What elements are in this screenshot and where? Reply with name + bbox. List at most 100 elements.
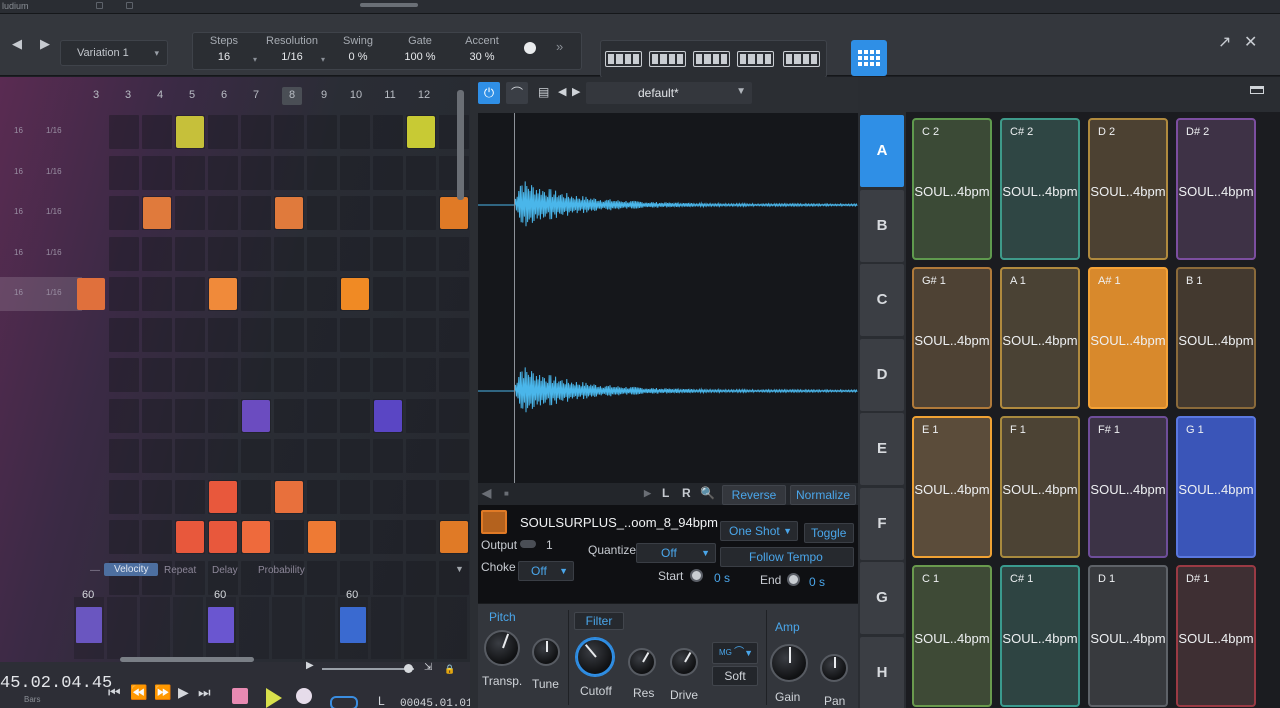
step-cell[interactable]: [241, 236, 271, 271]
step-note[interactable]: [242, 521, 270, 553]
start-knob[interactable]: [690, 569, 703, 582]
step-cell[interactable]: [340, 398, 370, 433]
fast-forward-icon[interactable]: ⏩: [154, 684, 171, 701]
tab-probability[interactable]: Probability: [258, 565, 305, 576]
step-cell[interactable]: [439, 560, 469, 595]
step-cell[interactable]: [175, 398, 205, 433]
step-note[interactable]: [143, 197, 171, 229]
step-cell[interactable]: [406, 277, 436, 311]
velocity-cell[interactable]: [437, 597, 467, 659]
step-cell[interactable]: [142, 358, 172, 392]
row-label[interactable]: [0, 399, 82, 433]
scroll-handle[interactable]: ■: [504, 489, 509, 498]
param-steps[interactable]: Steps 16 ▾: [193, 35, 257, 64]
step-cell[interactable]: [340, 479, 370, 514]
param-gate[interactable]: Gate 100 %: [389, 35, 451, 63]
step-cell[interactable]: [241, 317, 271, 352]
row-label[interactable]: 16 1/16: [0, 156, 82, 190]
drum-pad[interactable]: A# 1 SOUL..4bpm: [1088, 267, 1168, 409]
step-cell[interactable]: [373, 358, 403, 392]
scroll-down-icon[interactable]: ▼: [455, 564, 464, 574]
pan-knob[interactable]: [820, 654, 848, 682]
step-cell[interactable]: [142, 155, 172, 190]
step-number[interactable]: 11: [380, 89, 400, 101]
step-cell[interactable]: [373, 196, 403, 230]
step-note[interactable]: [308, 521, 336, 553]
waveform-display[interactable]: [478, 113, 858, 483]
step-cell[interactable]: [274, 317, 304, 352]
step-cell[interactable]: [142, 520, 172, 554]
step-cell[interactable]: [142, 236, 172, 271]
pattern-view-1-button[interactable]: [605, 51, 642, 67]
tab-repeat[interactable]: Repeat: [164, 565, 196, 576]
step-cell[interactable]: [175, 317, 205, 352]
step-note[interactable]: [209, 278, 237, 310]
play-preview-icon[interactable]: ▶: [644, 488, 651, 499]
step-cell[interactable]: [406, 155, 436, 190]
step-cell[interactable]: [307, 277, 337, 311]
drum-pad[interactable]: D 1 SOUL..4bpm: [1088, 565, 1168, 707]
step-cell[interactable]: [175, 358, 205, 392]
velocity-cell[interactable]: [404, 597, 434, 659]
step-cell[interactable]: [208, 358, 238, 392]
row-label[interactable]: 16 1/16: [0, 237, 82, 271]
step-cell[interactable]: [142, 317, 172, 352]
step-note[interactable]: [209, 521, 237, 553]
step-cell[interactable]: [274, 358, 304, 392]
drum-pad[interactable]: D# 2 SOUL..4bpm: [1176, 118, 1256, 260]
row-label[interactable]: [0, 358, 82, 392]
transpose-knob[interactable]: [484, 630, 520, 666]
step-cell[interactable]: [142, 439, 172, 473]
step-cell[interactable]: [109, 277, 139, 311]
param-swing[interactable]: Swing 0 %: [327, 35, 389, 63]
left-channel-button[interactable]: L: [662, 486, 669, 500]
step-note[interactable]: [341, 278, 369, 310]
drum-pad[interactable]: D# 1 SOUL..4bpm: [1176, 565, 1256, 707]
step-cell[interactable]: [208, 155, 238, 190]
step-cell[interactable]: [175, 155, 205, 190]
step-note[interactable]: [176, 521, 204, 553]
step-cell[interactable]: [406, 317, 436, 352]
bank-tab-f[interactable]: F: [860, 487, 904, 560]
step-cell[interactable]: [241, 358, 271, 392]
step-number[interactable]: 10: [346, 89, 366, 101]
step-note[interactable]: [275, 197, 303, 229]
step-cell[interactable]: [307, 196, 337, 230]
step-cell[interactable]: [241, 115, 271, 149]
choke-select[interactable]: Off ▼: [518, 561, 574, 581]
velocity-cell[interactable]: [140, 597, 170, 659]
previous-variation-icon[interactable]: ◀: [12, 36, 22, 52]
bank-tab-b[interactable]: B: [860, 189, 904, 262]
stop-button[interactable]: [232, 688, 248, 704]
step-cell[interactable]: [406, 560, 436, 595]
pad-grid-toggle-button[interactable]: [851, 40, 887, 76]
record-button[interactable]: [296, 688, 312, 704]
top-scroll-handle[interactable]: [360, 3, 418, 7]
step-number[interactable]: 7: [246, 89, 266, 101]
step-note[interactable]: [407, 116, 435, 148]
step-cell[interactable]: [175, 236, 205, 271]
step-cell[interactable]: [109, 317, 139, 352]
step-cell[interactable]: [340, 236, 370, 271]
pattern-view-5-button[interactable]: [783, 51, 820, 67]
collapse-icon[interactable]: [1250, 86, 1264, 94]
skip-end-icon[interactable]: ⏭: [198, 684, 211, 701]
velocity-cell[interactable]: [239, 597, 269, 659]
step-cell[interactable]: [142, 398, 172, 433]
bank-tab-a[interactable]: A: [860, 115, 904, 187]
rewind-icon[interactable]: ⏪: [130, 684, 147, 701]
step-note[interactable]: [77, 278, 105, 310]
filter-title[interactable]: Filter: [574, 612, 624, 630]
step-cell[interactable]: [274, 439, 304, 473]
next-variation-icon[interactable]: ▶: [40, 36, 50, 52]
step-number[interactable]: 6: [214, 89, 234, 101]
lock-icon[interactable]: 🔒: [444, 664, 455, 675]
step-cell[interactable]: [208, 398, 238, 433]
row-label[interactable]: [0, 520, 82, 554]
normalize-button[interactable]: Normalize: [790, 485, 856, 505]
step-cell[interactable]: [373, 236, 403, 271]
step-cell[interactable]: [208, 236, 238, 271]
step-cell[interactable]: [340, 520, 370, 554]
follow-tempo-button[interactable]: Follow Tempo: [720, 547, 854, 567]
bank-tab-d[interactable]: D: [860, 338, 904, 411]
